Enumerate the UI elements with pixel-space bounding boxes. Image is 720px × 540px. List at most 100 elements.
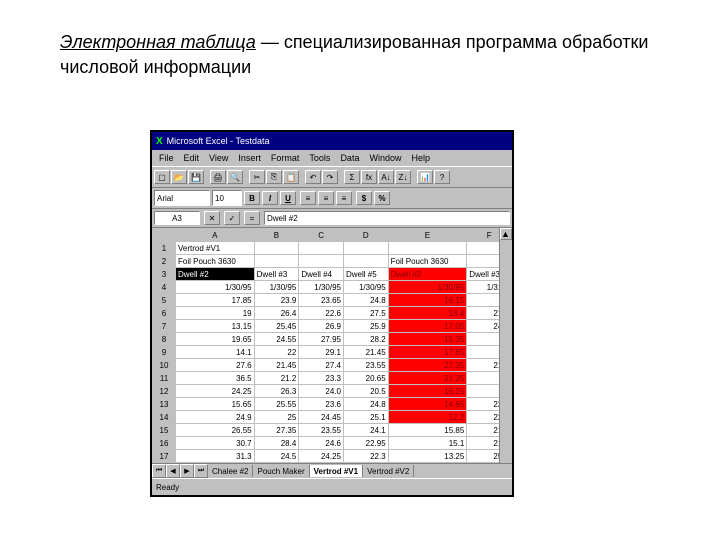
fx-icon[interactable]: fx [361,170,377,184]
cell-D5[interactable]: 24.8 [343,294,388,307]
cell-D10[interactable]: 23.55 [343,359,388,372]
row-header-4[interactable]: 4 [153,281,176,294]
cell-E8[interactable]: 15.35 [388,333,467,346]
cell-A16[interactable]: 30.7 [176,437,255,450]
cell-C7[interactable]: 26.9 [299,320,344,333]
cell-A8[interactable]: 19.65 [176,333,255,346]
row-header-1[interactable]: 1 [153,242,176,255]
cell-D1[interactable] [343,242,388,255]
row-header-11[interactable]: 11 [153,372,176,385]
redo-icon[interactable]: ↷ [322,170,338,184]
cell-C2[interactable] [299,255,344,268]
cell-E4[interactable]: 1/30/95 [388,281,467,294]
cell-E2[interactable]: Foil Pouch 3630 [388,255,467,268]
cell-A3[interactable]: Dwell #2 [176,268,255,281]
sheet-tab-1[interactable]: Pouch Maker [253,465,309,477]
cell-B9[interactable]: 22 [254,346,299,359]
cell-B7[interactable]: 25.45 [254,320,299,333]
cell-B12[interactable]: 26.3 [254,385,299,398]
menu-tools[interactable]: Tools [304,152,335,164]
row-header-8[interactable]: 8 [153,333,176,346]
cell-C14[interactable]: 24.45 [299,411,344,424]
tab-last-icon[interactable]: ⏭ [194,464,208,478]
cell-E17[interactable]: 13.25 [388,450,467,463]
cell-E5[interactable]: 16.15 [388,294,467,307]
row-header-12[interactable]: 12 [153,385,176,398]
menu-file[interactable]: File [154,152,179,164]
font-size-box[interactable]: 10 [212,190,242,206]
cell-C15[interactable]: 23.55 [299,424,344,437]
cell-B1[interactable] [254,242,299,255]
cell-E12[interactable]: 16.25 [388,385,467,398]
menu-help[interactable]: Help [406,152,435,164]
cell-A11[interactable]: 36.5 [176,372,255,385]
menu-format[interactable]: Format [266,152,305,164]
cell-C10[interactable]: 27.4 [299,359,344,372]
cell-E9[interactable]: 17.65 [388,346,467,359]
cell-B8[interactable]: 24.55 [254,333,299,346]
cell-E15[interactable]: 15.85 [388,424,467,437]
cell-E3[interactable]: Dwell #2 [388,268,467,281]
spreadsheet-grid[interactable]: ABCDEF1Vertrod #V12Foil Pouch 3630Foil P… [152,228,512,463]
row-header-10[interactable]: 10 [153,359,176,372]
col-header-A[interactable]: A [176,229,255,242]
cell-D2[interactable] [343,255,388,268]
cell-D11[interactable]: 20.65 [343,372,388,385]
select-all[interactable] [153,229,176,242]
cell-B16[interactable]: 28.4 [254,437,299,450]
cell-C1[interactable] [299,242,344,255]
cell-B14[interactable]: 25 [254,411,299,424]
cell-A12[interactable]: 24.25 [176,385,255,398]
cell-D17[interactable]: 22.3 [343,450,388,463]
align-right-icon[interactable]: ≡ [336,191,352,205]
font-name-box[interactable]: Arial [154,190,210,206]
sort-desc-icon[interactable]: Z↓ [395,170,411,184]
cell-D7[interactable]: 25.9 [343,320,388,333]
row-header-15[interactable]: 15 [153,424,176,437]
sheet-tab-3[interactable]: Vertrod #V2 [363,465,414,477]
cell-A5[interactable]: 17.85 [176,294,255,307]
menubar[interactable]: FileEditViewInsertFormatToolsDataWindowH… [152,150,512,166]
row-header-5[interactable]: 5 [153,294,176,307]
open-icon[interactable]: 📂 [171,170,187,184]
chart-icon[interactable]: 📊 [417,170,433,184]
cut-icon[interactable]: ✂ [249,170,265,184]
cell-E14[interactable]: 12.2 [388,411,467,424]
menu-edit[interactable]: Edit [179,152,205,164]
col-header-B[interactable]: B [254,229,299,242]
cell-B5[interactable]: 23.9 [254,294,299,307]
copy-icon[interactable]: ⎘ [266,170,282,184]
row-header-13[interactable]: 13 [153,398,176,411]
cell-D14[interactable]: 25.1 [343,411,388,424]
help-icon[interactable]: ? [434,170,450,184]
cell-C17[interactable]: 24.25 [299,450,344,463]
cell-C5[interactable]: 23.65 [299,294,344,307]
cancel-icon[interactable]: ✕ [204,211,220,225]
menu-insert[interactable]: Insert [233,152,266,164]
formula-content[interactable]: Dwell #2 [264,211,510,225]
save-icon[interactable]: 💾 [188,170,204,184]
cell-D13[interactable]: 24.8 [343,398,388,411]
cell-D15[interactable]: 24.1 [343,424,388,437]
cell-A15[interactable]: 26.55 [176,424,255,437]
cell-A9[interactable]: 14.1 [176,346,255,359]
cell-A7[interactable]: 13.15 [176,320,255,333]
scroll-up-icon[interactable]: ▲ [500,228,512,240]
align-center-icon[interactable]: ≡ [318,191,334,205]
cell-D9[interactable]: 21.45 [343,346,388,359]
cell-A13[interactable]: 15.65 [176,398,255,411]
col-header-D[interactable]: D [343,229,388,242]
cell-D3[interactable]: Dwell #5 [343,268,388,281]
undo-icon[interactable]: ↶ [305,170,321,184]
cell-B11[interactable]: 21.2 [254,372,299,385]
sum-icon[interactable]: Σ [344,170,360,184]
cell-C11[interactable]: 23.3 [299,372,344,385]
cell-B4[interactable]: 1/30/95 [254,281,299,294]
menu-view[interactable]: View [204,152,233,164]
titlebar[interactable]: X Microsoft Excel - Testdata [152,132,512,150]
cell-C16[interactable]: 24.6 [299,437,344,450]
cell-E16[interactable]: 15.1 [388,437,467,450]
cell-A17[interactable]: 31.3 [176,450,255,463]
cell-E6[interactable]: 18.4 [388,307,467,320]
currency-icon[interactable]: $ [356,191,372,205]
